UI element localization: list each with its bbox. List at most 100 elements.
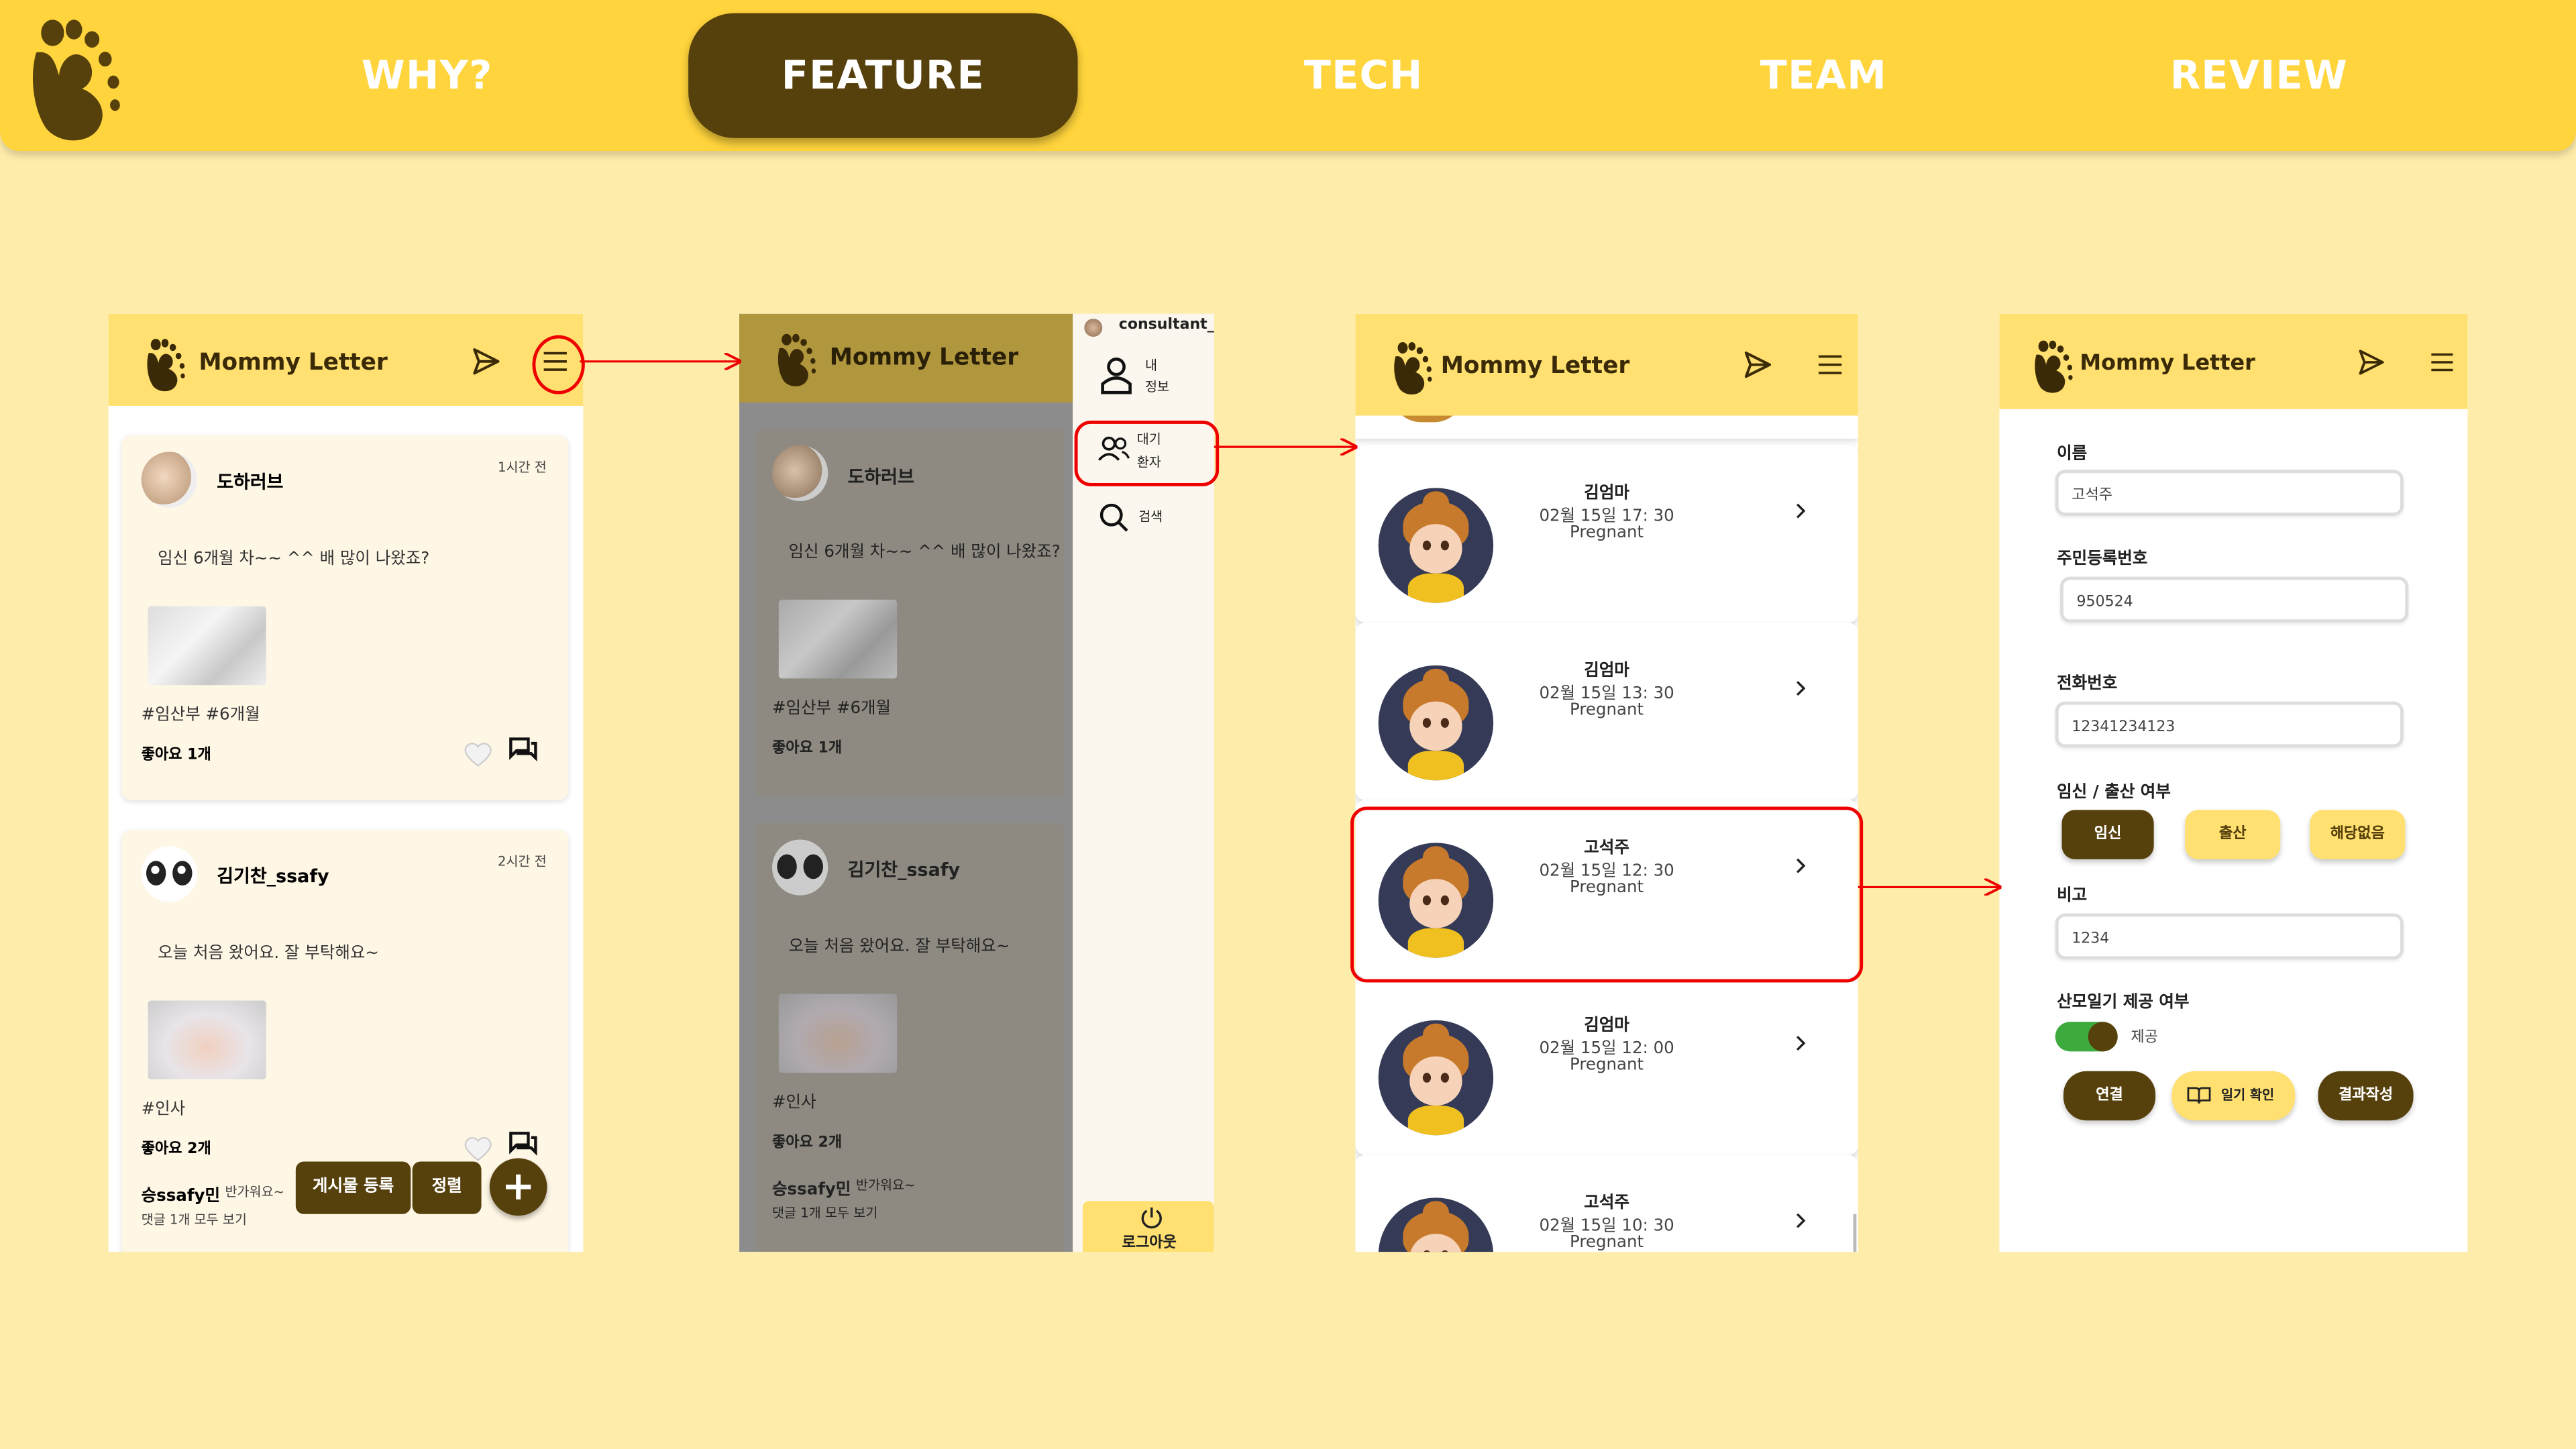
post-text: 임신 6개월 차~~ ^^ 배 많이 나왔죠? (158, 550, 430, 569)
nav-review[interactable]: REVIEW (2111, 40, 2407, 112)
ssn-field[interactable]: 950524 (2060, 576, 2409, 623)
post-tags: #인사 (772, 1094, 816, 1112)
scrollbar[interactable] (1853, 1214, 1857, 1252)
diary-toggle[interactable] (2055, 1022, 2118, 1052)
baby-footprint-icon[interactable] (23, 10, 121, 142)
patient-date: 02월 15일 10: 30 (1539, 1217, 1674, 1236)
patient-date: 02월 15일 17: 30 (1539, 507, 1674, 526)
send-icon[interactable] (472, 347, 501, 376)
logout-label: 로그아웃 (1122, 1235, 1177, 1252)
post-likes: 좋아요 1개 (772, 741, 843, 757)
connect-button[interactable]: 연결 (2063, 1071, 2156, 1121)
nav-feature[interactable]: FEATURE (706, 40, 1060, 112)
app-title: Mommy Letter (2080, 352, 2255, 376)
name-field[interactable]: 고석주 (2055, 470, 2404, 516)
menu-icon[interactable] (1817, 352, 1843, 378)
sort-button[interactable]: 정렬 (412, 1161, 482, 1214)
heart-icon[interactable] (464, 1135, 493, 1161)
highlight-patient (1350, 806, 1864, 983)
drawer-item-my-info[interactable]: 내 (1145, 356, 1157, 374)
post-tags[interactable]: #인사 (142, 1094, 186, 1119)
phone-patient-form: Mommy Letter 이름 고석주 주민등록번호 950524 전화번호 1… (1999, 313, 2468, 1252)
phone-patient-list: Mommy Letter 김엄마 02월 15일 17: 30 Pregnant 김엄… (1355, 313, 1858, 1252)
chevron-right-icon[interactable] (1792, 680, 1809, 696)
patient-card[interactable]: 김엄마 02월 15일 13: 30 Pregnant (1355, 623, 1858, 800)
comment-user[interactable]: 승ssafy민 (142, 1181, 220, 1206)
post-tags: #임산부 #6개월 (772, 700, 892, 718)
patient-card[interactable]: 고석주 02월 15일 10: 30 Pregnant (1355, 1155, 1858, 1252)
patient-status: Pregnant (1570, 701, 1644, 720)
diary-check-button[interactable]: 일기 확인 (2171, 1071, 2296, 1121)
add-post-button[interactable] (489, 1158, 547, 1216)
power-icon (1141, 1208, 1162, 1229)
note-field[interactable]: 1234 (2055, 913, 2404, 960)
post-likes: 좋아요 2개 (141, 1142, 211, 1159)
drawer-item-search[interactable]: 검색 (1138, 508, 1163, 526)
post-image[interactable] (148, 606, 266, 686)
patient-date: 02월 15일 12: 00 (1539, 1040, 1674, 1059)
avatar[interactable] (141, 451, 197, 508)
status-option-pregnant[interactable]: 임신 (2061, 810, 2154, 859)
app-logo-icon (2031, 335, 2074, 394)
post-time: 1시간 전 (498, 460, 547, 475)
comment-icon[interactable] (508, 1130, 537, 1157)
phone-label: 전화번호 (2057, 675, 2118, 694)
comment-user: 승ssafy민 (772, 1181, 851, 1199)
status-option-none[interactable]: 해당없음 (2310, 810, 2406, 859)
patient-name: 김엄마 (1584, 661, 1629, 680)
avatar[interactable] (141, 846, 197, 902)
patient-status: Pregnant (1570, 524, 1644, 543)
app-logo-icon (143, 333, 186, 392)
write-result-button[interactable]: 결과작성 (2318, 1071, 2414, 1121)
user-icon (1101, 357, 1132, 394)
patient-date: 02월 15일 13: 30 (1539, 685, 1674, 704)
app-logo-icon (773, 329, 816, 388)
ssn-label: 주민등록번호 (2057, 550, 2148, 569)
heart-icon[interactable] (464, 741, 493, 767)
comment-more-link: 댓글 1개 모두 보기 (772, 1205, 878, 1221)
post-time: 2시간 전 (498, 854, 547, 869)
status-option-birth[interactable]: 출산 (2185, 810, 2281, 859)
book-icon (2187, 1087, 2211, 1104)
patient-card[interactable]: 김엄마 02월 15일 17: 30 Pregnant (1355, 445, 1858, 623)
post-tags[interactable]: #임산부 #6개월 (142, 700, 260, 724)
nav-why[interactable]: WHY? (279, 40, 575, 112)
post-image[interactable] (148, 1000, 266, 1079)
note-label: 비고 (2057, 887, 2088, 906)
chevron-right-icon[interactable] (1792, 502, 1809, 519)
post-user: 도하러브 (847, 466, 914, 488)
nav-team[interactable]: TEAM (1676, 40, 1972, 112)
diary-label: 산모일기 제공 여부 (2057, 994, 2190, 1012)
app-logo-icon (1390, 337, 1433, 396)
menu-icon[interactable] (2430, 350, 2455, 375)
patient-status: Pregnant (1570, 1056, 1644, 1075)
highlight-menu (532, 335, 585, 394)
post-text: 임신 6개월 차~~ ^^ 배 많이 나왔죠? (788, 543, 1061, 562)
post-user: 김기찬_ssafy (847, 859, 961, 881)
post-image (778, 994, 898, 1073)
patient-card[interactable]: 김엄마 02월 15일 12: 00 Pregnant (1355, 977, 1858, 1155)
phone-field[interactable]: 12341234123 (2055, 701, 2404, 748)
comment-more-link[interactable]: 댓글 1개 모두 보기 (142, 1211, 247, 1229)
chevron-right-icon[interactable] (1792, 1212, 1809, 1228)
send-icon[interactable] (2357, 348, 2385, 376)
app-title: Mommy Letter (829, 345, 1019, 372)
plus-icon (506, 1174, 531, 1200)
patient-name: 김엄마 (1584, 1016, 1629, 1035)
diary-check-label: 일기 확인 (2221, 1087, 2274, 1103)
highlight-waiting (1074, 420, 1220, 486)
post-user[interactable]: 도하러브 (217, 468, 283, 494)
comment-text: 반가워요~ (225, 1184, 285, 1199)
nav-tech[interactable]: TECH (1216, 40, 1511, 112)
phone-feed: Mommy Letter 도하러브 1시간 전 임신 6개월 차~~ ^^ 배 … (108, 313, 584, 1252)
post-text: 오늘 처음 왔어요. 잘 부탁해요~ (788, 938, 1010, 957)
drawer-item-my-info-2[interactable]: 정보 (1145, 378, 1169, 396)
drawer-username: consultant_ (1118, 317, 1214, 334)
app-title: Mommy Letter (1440, 353, 1630, 380)
register-post-button[interactable]: 게시물 등록 (295, 1161, 411, 1214)
chevron-right-icon[interactable] (1792, 1035, 1809, 1051)
comment-text: 반가워요~ (855, 1177, 916, 1193)
send-icon[interactable] (1743, 350, 1772, 380)
comment-icon[interactable] (508, 736, 537, 762)
post-user[interactable]: 김기찬_ssafy (217, 863, 329, 889)
